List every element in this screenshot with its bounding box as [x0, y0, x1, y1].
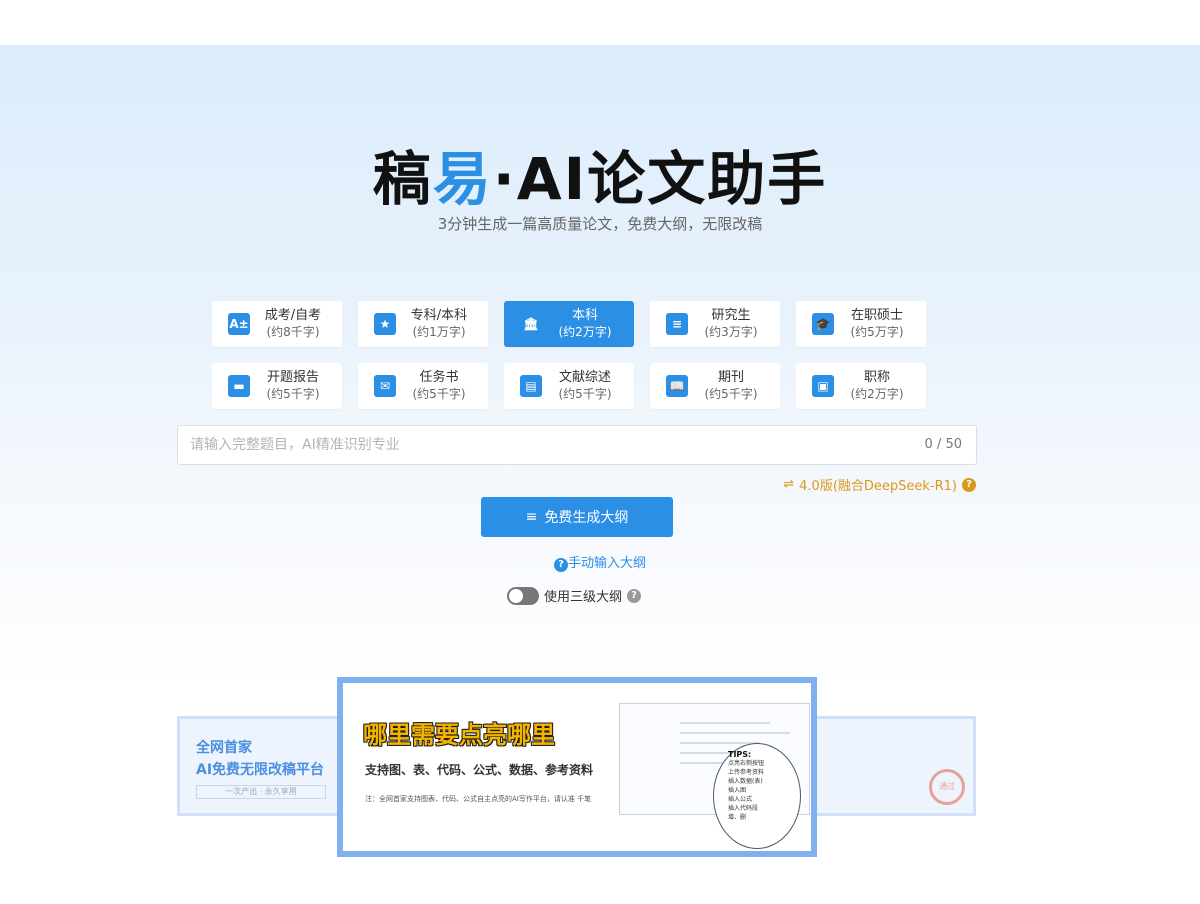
manual-outline-link[interactable]: ? 手动输入大纲: [0, 552, 1200, 572]
logo-char-2-checkmark: 易: [432, 145, 493, 213]
graduate-icon: 🎓: [812, 313, 834, 335]
category-label: 开题报告: [266, 370, 319, 385]
approval-stamp: 通过: [929, 769, 965, 805]
switch-arrows-icon: ⇌: [783, 477, 795, 492]
category-text: 在职硕士 (约5万字): [834, 308, 926, 340]
tip-item: 增、删: [728, 814, 747, 821]
category-tile-8[interactable]: ▤ 文献综述 (约5千字): [504, 363, 634, 409]
tip-item: 插入图: [728, 787, 747, 794]
envelope-icon: ✉: [374, 375, 396, 397]
three-level-label: 使用三级大纲: [544, 590, 623, 605]
title-input-box[interactable]: 0 / 50: [177, 425, 977, 465]
category-word-count: (约5千字): [412, 387, 466, 401]
category-text: 职称 (约2万字): [834, 370, 926, 402]
category-label: 职称: [863, 370, 890, 385]
banner-left-line1: 全网首家: [196, 740, 252, 756]
banner-slide-left[interactable]: 全网首家 AI免费无限改稿平台 一次产出 · 永久享用: [177, 716, 347, 816]
question-icon: ?: [553, 557, 568, 572]
category-text: 文献综述 (约5千字): [542, 370, 634, 402]
category-text: 成考/自考 (约8千字): [250, 308, 342, 340]
manual-outline-label: 手动输入大纲: [567, 556, 646, 571]
category-text: 本科 (约2万字): [542, 308, 634, 340]
category-tile-10[interactable]: ▣ 职称 (约2万字): [796, 363, 926, 409]
category-word-count: (约2万字): [558, 325, 612, 339]
doc-line: [680, 722, 770, 724]
tip-item: 点亮右侧按钮: [728, 760, 765, 767]
tip-item: 上传参考资料: [728, 769, 765, 776]
tips-callout: TIPS: 点亮右侧按钮 上传参考资料 插入数据(表) 插入图 插入公式 插入代…: [713, 743, 801, 849]
banner-note: 注：全网首家支持图表、代码、公式自主点亮的AI写作平台，请认准 千笔: [365, 795, 592, 803]
category-text: 开题报告 (约5千字): [250, 370, 342, 402]
category-word-count: (约1万字): [412, 325, 466, 339]
category-label: 本科: [571, 308, 598, 323]
report-clipboard-icon: ▬: [228, 375, 250, 397]
category-tile-6[interactable]: ▬ 开题报告 (约5千字): [212, 363, 342, 409]
category-word-count: (约5万字): [850, 325, 904, 339]
category-word-count: (约3万字): [704, 325, 758, 339]
category-word-count: (约2万字): [850, 387, 904, 401]
help-icon[interactable]: ?: [962, 477, 976, 492]
document-icon: ▤: [520, 375, 542, 397]
clipboard-icon: ≡: [666, 313, 688, 335]
category-word-count: (约8千字): [266, 325, 320, 339]
category-text: 任务书 (约5千字): [396, 370, 488, 402]
doc-line: [680, 732, 790, 734]
page-subtitle: 3分钟生成一篇高质量论文，免费大纲，无限改稿: [437, 215, 763, 233]
category-text: 期刊 (约5千字): [688, 370, 780, 402]
logo-char-1: 稿: [372, 145, 433, 213]
category-label: 专科/本科: [410, 308, 468, 323]
category-text: 研究生 (约3万字): [688, 308, 780, 340]
category-label: 在职硕士: [850, 308, 903, 323]
brand-logo: 稿易·AI论文助手: [0, 132, 1200, 216]
banner-slide-right[interactable]: 通过: [806, 716, 976, 816]
title-input[interactable]: [190, 426, 890, 464]
help-icon[interactable]: ?: [627, 588, 642, 603]
banner-left-line2: AI免费无限改稿平台: [196, 762, 325, 778]
version-selector[interactable]: ⇌ 4.0版(融合DeepSeek-R1) ?: [783, 475, 976, 494]
exam-icon: A±: [228, 313, 250, 335]
tips-title: TIPS:: [728, 750, 752, 759]
banner-subline: 支持图、表、代码、公式、数据、参考资料: [365, 763, 594, 777]
category-word-count: (约5千字): [266, 387, 320, 401]
tip-item: 插入数据(表): [728, 778, 763, 785]
three-level-outline-row: 使用三级大纲 ?: [507, 586, 642, 605]
institution-icon: 🏛: [523, 317, 539, 331]
category-tile-2[interactable]: ★ 专科/本科 (约1万字): [358, 301, 488, 347]
category-tile-9[interactable]: 📖 期刊 (约5千字): [650, 363, 780, 409]
version-label: 4.0版(融合DeepSeek-R1): [799, 479, 957, 494]
list-icon: ≡: [525, 509, 538, 525]
star-book-icon: ★: [374, 313, 396, 335]
category-label: 任务书: [419, 370, 459, 385]
category-tile-4[interactable]: ≡ 研究生 (约3万字): [650, 301, 780, 347]
banner-headline: 哪里需要点亮哪里: [363, 721, 555, 749]
generate-outline-button[interactable]: ≡ 免费生成大纲: [481, 497, 673, 537]
category-word-count: (约5千字): [558, 387, 612, 401]
tip-item: 插入公式: [728, 796, 753, 803]
char-counter: 0 / 50: [924, 437, 962, 452]
category-label: 研究生: [711, 308, 751, 323]
three-level-toggle[interactable]: [507, 586, 539, 605]
category-tile-3[interactable]: 🏛 本科 (约2万字): [504, 301, 634, 347]
category-label: 成考/自考: [264, 308, 322, 323]
category-label: 期刊: [717, 370, 744, 385]
open-book-icon: 📖: [666, 375, 688, 397]
category-text: 专科/本科 (约1万字): [396, 308, 488, 340]
category-label: 文献综述: [558, 370, 611, 385]
banner-left-line3: 一次产出 · 永久享用: [196, 785, 326, 799]
top-navigation-bar: [0, 0, 1200, 46]
category-tile-7[interactable]: ✉ 任务书 (约5千字): [358, 363, 488, 409]
category-word-count: (约5千字): [704, 387, 758, 401]
category-tile-5[interactable]: 🎓 在职硕士 (约5万字): [796, 301, 926, 347]
tip-item: 插入代码段: [728, 805, 759, 812]
logo-separator: ·: [492, 145, 517, 213]
logo-text: AI论文助手: [516, 145, 828, 213]
briefcase-icon: ▣: [812, 375, 834, 397]
category-tile-1[interactable]: A± 成考/自考 (约8千字): [212, 301, 342, 347]
banner-slide-main[interactable]: 哪里需要点亮哪里 支持图、表、代码、公式、数据、参考资料 注：全网首家支持图表、…: [337, 677, 817, 857]
generate-outline-label: 免费生成大纲: [544, 510, 629, 526]
